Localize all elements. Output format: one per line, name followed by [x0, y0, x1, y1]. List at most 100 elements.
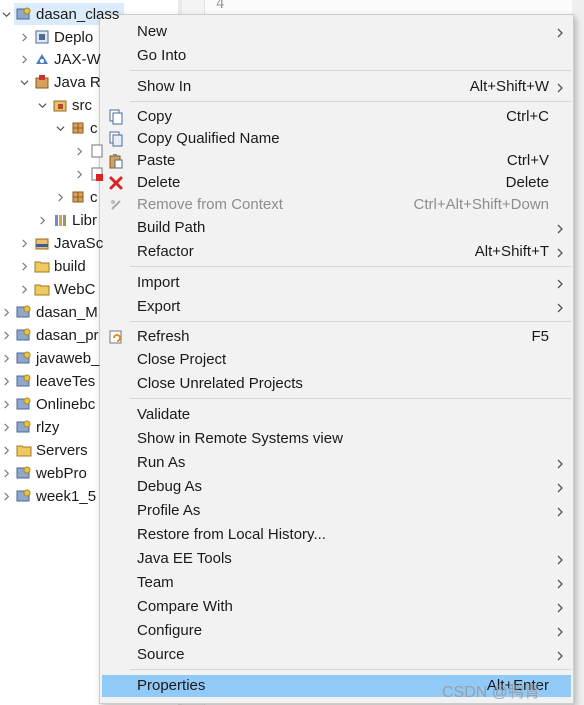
menu-separator — [130, 321, 571, 322]
tree-item[interactable]: dasan_pr — [0, 324, 99, 346]
project-icon — [16, 304, 32, 320]
submenu-arrow-icon — [555, 246, 565, 258]
submenu-arrow-icon — [555, 301, 565, 313]
tree-item-label: Libr — [72, 211, 98, 229]
menu-item-go-into[interactable]: Go Into — [102, 45, 571, 67]
tree-item[interactable] — [73, 163, 109, 185]
tree-item[interactable]: src — [36, 94, 92, 116]
chevron-right-icon[interactable] — [18, 260, 30, 272]
tree-item[interactable]: Deplo — [18, 26, 93, 48]
tree-item[interactable]: build — [18, 255, 86, 277]
menu-item-java-ee-tools[interactable]: Java EE Tools — [102, 548, 571, 570]
tree-item[interactable]: dasan_class — [0, 3, 125, 25]
tree-item-label: c — [90, 119, 98, 137]
menu-item-import[interactable]: Import — [102, 272, 571, 294]
tree-item[interactable]: WebC — [18, 278, 95, 300]
menu-item-copy-qualified-name[interactable]: Copy Qualified Name — [102, 128, 571, 150]
chevron-right-icon[interactable] — [73, 145, 85, 157]
tree-item[interactable]: c — [54, 186, 98, 208]
chevron-right-icon[interactable] — [18, 237, 30, 249]
submenu-arrow-icon — [555, 81, 565, 93]
menu-item-close-project[interactable]: Close Project — [102, 349, 571, 371]
tree-item[interactable]: Servers — [0, 439, 88, 461]
tree-item[interactable]: JAX-W — [18, 48, 101, 70]
menu-item-export[interactable]: Export — [102, 296, 571, 318]
tree-item[interactable]: Libr — [36, 209, 97, 231]
menu-item-refresh[interactable]: Refresh F5 — [102, 326, 571, 348]
menu-item-remove-from-context: Remove from Context Ctrl+Alt+Shift+Down — [102, 194, 571, 216]
tree-item[interactable]: JavaSc — [18, 232, 103, 254]
chevron-right-icon[interactable] — [36, 214, 48, 226]
chevron-down-icon[interactable] — [36, 99, 48, 111]
chevron-right-icon[interactable] — [54, 191, 66, 203]
menu-item-shortcut: Ctrl+C — [506, 108, 549, 125]
menu-item-new[interactable]: New — [102, 21, 571, 43]
menu-item-label: Show In — [137, 78, 192, 95]
submenu-arrow-icon — [555, 625, 565, 637]
chevron-right-icon[interactable] — [0, 375, 12, 387]
menu-item-label: Delete — [137, 174, 181, 191]
tree-item[interactable] — [73, 140, 109, 162]
menu-item-copy[interactable]: Copy Ctrl+C — [102, 106, 571, 128]
chevron-right-icon[interactable] — [0, 306, 12, 318]
chevron-down-icon[interactable] — [54, 122, 66, 134]
chevron-right-icon[interactable] — [0, 421, 12, 433]
submenu-arrow-icon — [555, 222, 565, 234]
menu-item-debug-as[interactable]: Debug As — [102, 476, 571, 498]
menu-item-paste[interactable]: Paste Ctrl+V — [102, 150, 571, 172]
tree-item-label: dasan_pr — [36, 326, 99, 344]
tree-item[interactable]: c — [54, 117, 98, 139]
menu-item-team[interactable]: Team — [102, 572, 571, 594]
menu-item-compare-with[interactable]: Compare With — [102, 596, 571, 618]
menu-item-restore-from-local-history[interactable]: Restore from Local History... — [102, 524, 571, 546]
chevron-right-icon[interactable] — [0, 467, 12, 479]
tree-item[interactable]: leaveTes — [0, 370, 95, 392]
chevron-right-icon[interactable] — [18, 283, 30, 295]
menu-item-refactor[interactable]: Refactor Alt+Shift+T — [102, 241, 571, 263]
chevron-right-icon[interactable] — [0, 352, 12, 364]
menu-item-source[interactable]: Source — [102, 644, 571, 666]
menu-item-close-unrelated-projects[interactable]: Close Unrelated Projects — [102, 373, 571, 395]
tree-item[interactable]: week1_5 — [0, 485, 96, 507]
menu-item-label: New — [137, 23, 168, 40]
menu-item-delete[interactable]: Delete Delete — [102, 172, 571, 194]
menu-item-label: Close Unrelated Projects — [137, 375, 303, 392]
chevron-right-icon[interactable] — [0, 444, 12, 456]
tree-item[interactable]: Onlinebc — [0, 393, 95, 415]
project-icon — [16, 396, 32, 412]
menu-item-profile-as[interactable]: Profile As — [102, 500, 571, 522]
project-icon — [16, 350, 32, 366]
java-file-icon — [89, 143, 105, 159]
menu-item-shortcut: Alt+Shift+W — [469, 78, 549, 95]
menu-item-label: Debug As — [137, 478, 203, 495]
submenu-arrow-icon — [555, 277, 565, 289]
menu-item-label: Properties — [137, 677, 206, 694]
menu-item-run-as[interactable]: Run As — [102, 452, 571, 474]
tree-item[interactable]: dasan_M — [0, 301, 98, 323]
menu-item-show-in[interactable]: Show In Alt+Shift+W — [102, 76, 571, 98]
tree-item-label: JavaSc — [54, 234, 104, 252]
tree-item-label: src — [72, 96, 92, 114]
chevron-right-icon[interactable] — [18, 53, 30, 65]
chevron-right-icon[interactable] — [18, 31, 30, 43]
submenu-arrow-icon — [555, 505, 565, 517]
deployment-descriptor-icon — [34, 29, 50, 45]
delete-icon — [108, 175, 124, 191]
tree-item[interactable]: rlzy — [0, 416, 59, 438]
menu-item-show-in-remote-systems-view[interactable]: Show in Remote Systems view — [102, 428, 571, 450]
chevron-down-icon[interactable] — [18, 76, 30, 88]
menu-item-label: Refresh — [137, 328, 190, 345]
tree-item-label: dasan_class — [36, 5, 120, 23]
chevron-right-icon[interactable] — [0, 329, 12, 341]
chevron-right-icon[interactable] — [0, 490, 12, 502]
chevron-down-icon[interactable] — [0, 8, 12, 20]
menu-item-configure[interactable]: Configure — [102, 620, 571, 642]
menu-item-validate[interactable]: Validate — [102, 404, 571, 426]
chevron-right-icon[interactable] — [73, 168, 85, 180]
tree-item-label: JAX-W — [54, 50, 101, 68]
menu-item-build-path[interactable]: Build Path — [102, 217, 571, 239]
chevron-right-icon[interactable] — [0, 398, 12, 410]
tree-item[interactable]: webPro — [0, 462, 87, 484]
tree-item[interactable]: javaweb_ — [0, 347, 99, 369]
tree-item[interactable]: Java R — [18, 71, 101, 93]
